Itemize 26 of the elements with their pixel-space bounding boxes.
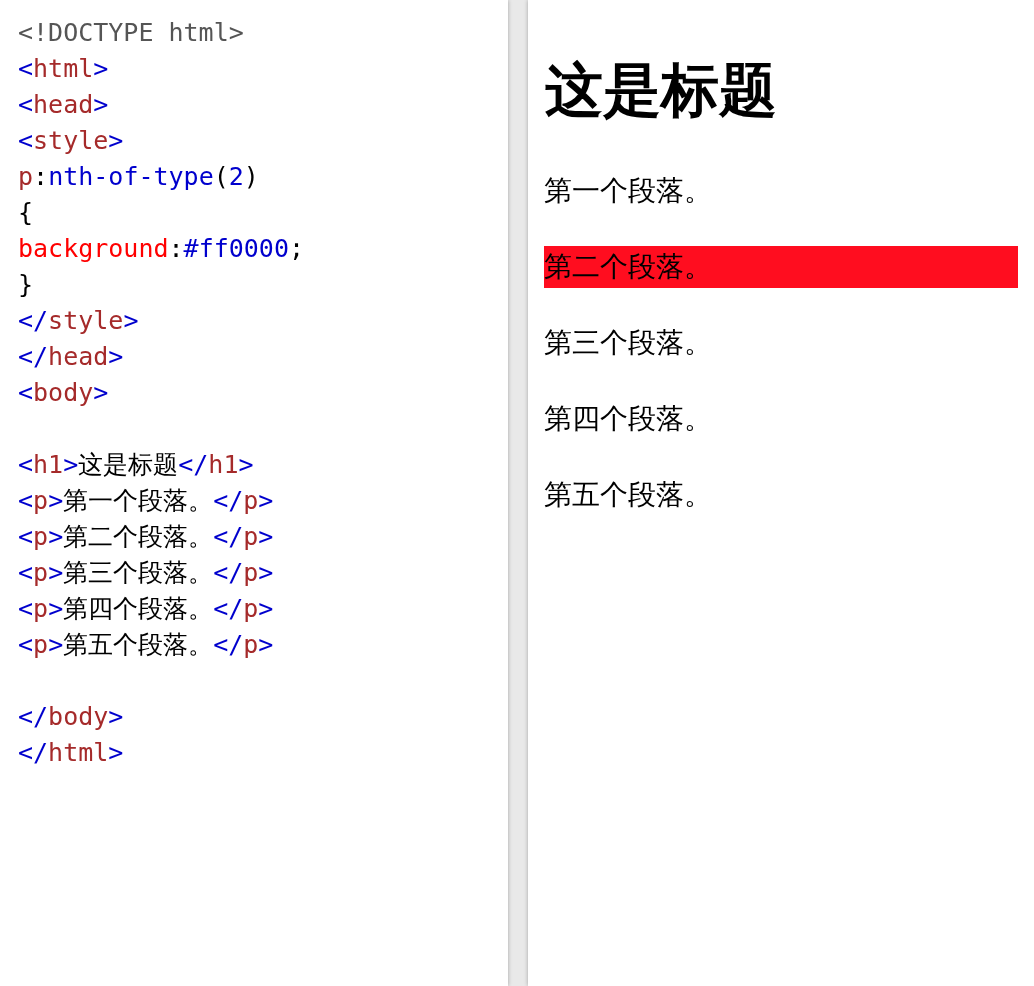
code-line: p:nth-of-type(2) [18,161,260,193]
preview-paragraph: 第三个段落。 [544,325,713,361]
code-line: <p>第五个段落。</p> [18,629,275,661]
code-line: <p>第四个段落。</p> [18,593,275,625]
code-line: background:#ff0000; [18,233,305,265]
preview-paragraph: 第四个段落。 [544,401,713,437]
code-line: } [18,269,35,301]
code-line: </body> [18,701,125,733]
code-line: </head> [18,341,125,373]
preview-paragraph: 第一个段落。 [544,173,713,209]
code-line: </style> [18,305,140,337]
code-line: <p>第二个段落。</p> [18,521,275,553]
code-line: <html> [18,53,110,85]
code-line: <head> [18,89,110,121]
code-line: <style> [18,125,125,157]
code-line: <body> [18,377,110,409]
preview-paragraph: 第五个段落。 [544,477,713,513]
code-line: { [18,197,35,229]
code-line: <p>第一个段落。</p> [18,485,275,517]
code-line: <p>第三个段落。</p> [18,557,275,589]
code-line: <!DOCTYPE html> [18,17,245,49]
code-editor[interactable] [0,0,508,986]
code-line: </html> [18,737,125,769]
preview-paragraph: 第二个段落。 [544,246,1018,288]
code-line: <h1>这是标题</h1> [18,449,255,481]
preview-heading: 这是标题 [544,55,778,126]
